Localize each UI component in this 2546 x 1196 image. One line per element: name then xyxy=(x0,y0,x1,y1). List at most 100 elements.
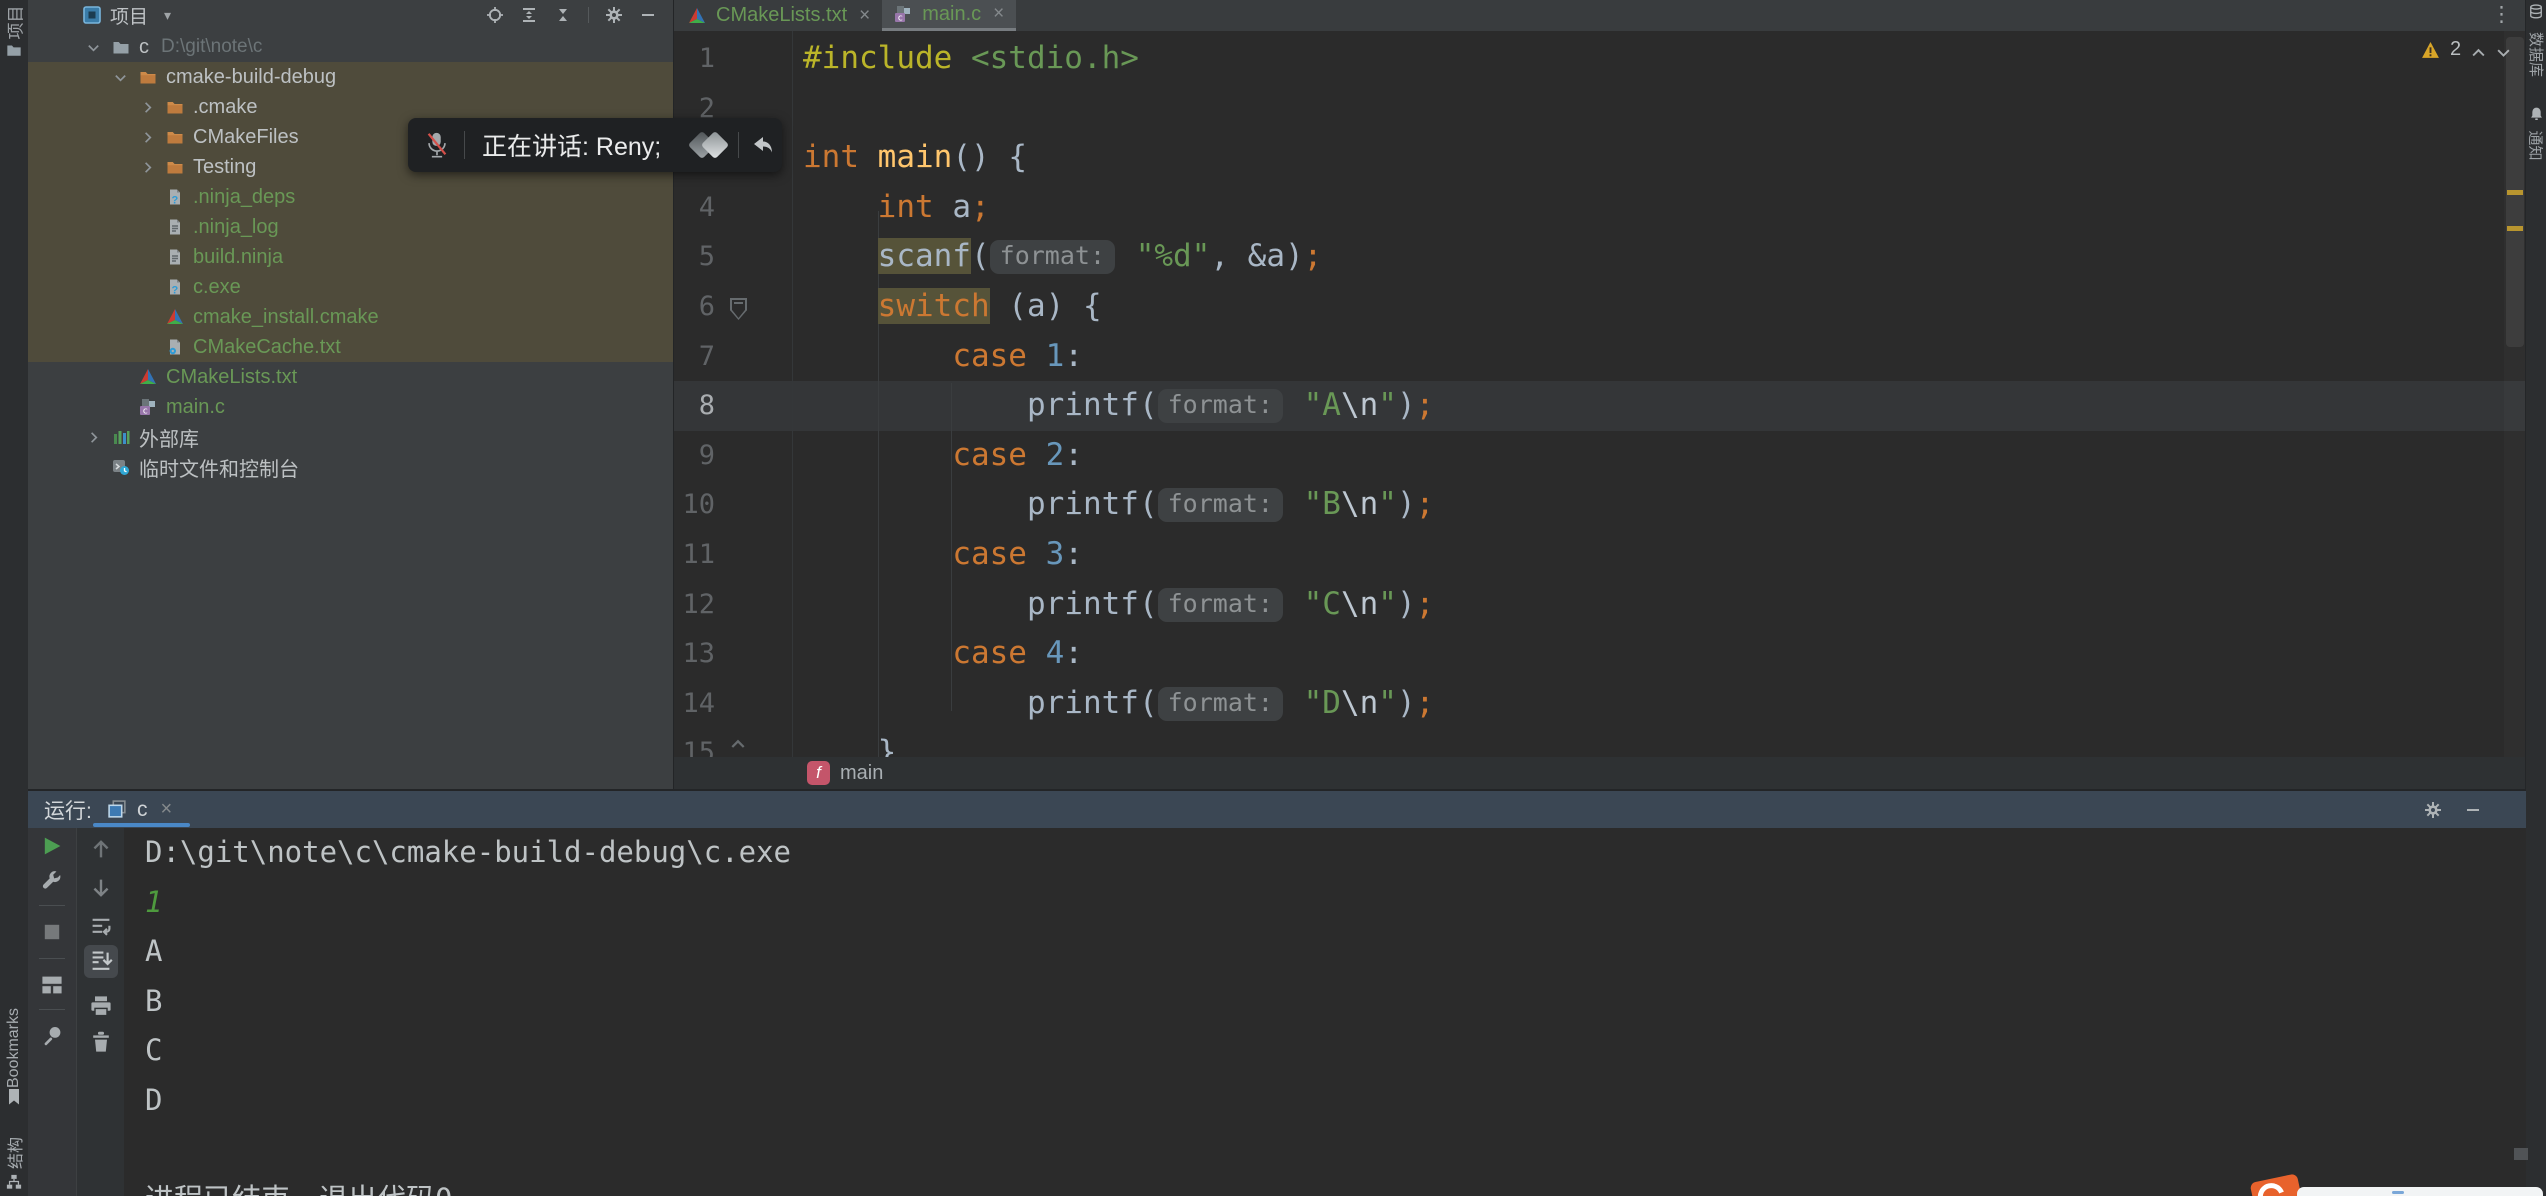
console-line: D xyxy=(145,1076,2496,1126)
parameter-hint-inlay[interactable]: format: xyxy=(990,240,1115,274)
tree-item-label: CMakeCache.txt xyxy=(193,336,341,359)
warning-stripe-mark[interactable] xyxy=(2507,226,2523,231)
active-tab-underline xyxy=(93,823,190,827)
stop-icon[interactable] xyxy=(40,920,64,944)
run-tab-label: c xyxy=(137,798,148,822)
code-editor[interactable]: 1#include <stdio.h>23int main() {4 int a… xyxy=(674,31,2526,757)
pin-icon[interactable] xyxy=(40,1024,64,1048)
hide-panel-icon[interactable] xyxy=(2464,801,2482,819)
console-scrollbar-thumb[interactable] xyxy=(2514,1148,2528,1160)
function-badge: f xyxy=(807,761,830,785)
tree-item[interactable]: build.ninja xyxy=(28,242,673,272)
project-view-icon xyxy=(83,6,101,24)
tree-item[interactable]: .ninja_log xyxy=(28,212,673,242)
tree-item[interactable]: cmain.c xyxy=(28,392,673,422)
tree-item[interactable]: cmake-build-debug xyxy=(28,62,673,92)
breadcrumb-item-main[interactable]: main xyxy=(840,762,883,785)
chevron-right-icon[interactable] xyxy=(140,129,166,145)
line-number: 8 xyxy=(674,381,715,431)
floating-window-edge[interactable] xyxy=(2297,1187,2543,1196)
database-stripe-label: 数据库 xyxy=(2526,31,2546,76)
tree-item-label: .ninja_log xyxy=(193,216,279,239)
chevron-right-icon[interactable] xyxy=(140,159,166,175)
code-line-1: 1#include <stdio.h> xyxy=(674,34,2526,84)
reply-arrow-icon[interactable] xyxy=(748,135,772,155)
svg-text:?: ? xyxy=(172,285,179,297)
gear-icon[interactable] xyxy=(605,6,623,24)
console-toolbar xyxy=(77,828,124,1196)
chevron-right-icon[interactable] xyxy=(140,99,166,115)
console-output[interactable]: D:\git\note\c\cmake-build-debug\c.exe1AB… xyxy=(124,828,2526,1196)
code-line-8: 8 printf(format: "A\n"); xyxy=(674,381,2526,431)
chevron-down-icon[interactable] xyxy=(113,69,139,85)
expand-all-icon[interactable] xyxy=(520,6,538,24)
tree-item-label: cmake-build-debug xyxy=(166,66,336,89)
tree-item[interactable]: CMakeLists.txt xyxy=(28,362,673,392)
chevron-spacer xyxy=(140,249,166,265)
chevron-spacer xyxy=(140,339,166,355)
fold-up-icon[interactable] xyxy=(730,736,746,746)
chevron-spacer xyxy=(140,219,166,235)
parameter-hint-inlay[interactable]: format: xyxy=(1158,588,1283,622)
close-icon[interactable]: × xyxy=(161,798,173,821)
scroll-to-end-icon[interactable] xyxy=(89,949,113,973)
warning-stripe-mark[interactable] xyxy=(2507,190,2523,195)
bookmarks-stripe-label: Bookmarks xyxy=(5,1008,23,1088)
editor-tab-bar: CMakeLists.txt× c main.c × ⋮ xyxy=(674,0,2526,32)
soft-wrap-icon[interactable] xyxy=(89,915,113,939)
chevron-spacer xyxy=(140,189,166,205)
close-icon[interactable]: × xyxy=(859,5,870,27)
left-toolwindow-stripe: 项目 Bookmarks 结构 xyxy=(0,0,29,1196)
hide-panel-icon[interactable] xyxy=(639,6,657,24)
tree-item[interactable]: ?c.exe xyxy=(28,272,673,302)
toolbar-separator xyxy=(39,1009,65,1010)
parameter-hint-inlay[interactable]: format: xyxy=(1158,488,1283,522)
tree-item[interactable]: 外部库 xyxy=(28,422,673,452)
restore-layout-icon[interactable] xyxy=(40,973,64,997)
tree-item[interactable]: CMakeCache.txt xyxy=(28,332,673,362)
tab-label: main.c xyxy=(922,3,981,26)
edit-configuration-icon[interactable] xyxy=(40,870,64,894)
chevron-right-icon[interactable] xyxy=(86,429,112,445)
clear-console-icon[interactable] xyxy=(89,1030,113,1054)
tree-item[interactable]: cD:\git\note\c xyxy=(28,32,673,62)
speaking-status-text: 正在讲话: Reny; xyxy=(482,127,661,163)
code-text: printf(format: "C\n"); xyxy=(803,580,1434,630)
line-number: 5 xyxy=(674,232,715,282)
locate-file-icon[interactable] xyxy=(486,6,504,24)
up-stack-trace-icon[interactable] xyxy=(89,837,113,861)
collapse-all-icon[interactable] xyxy=(554,6,572,24)
line-number: 6 xyxy=(674,282,715,332)
project-stripe-label: 项目 xyxy=(2,5,27,39)
run-toolbar xyxy=(28,828,77,1196)
voice-chat-overlay: 正在讲话: Reny; xyxy=(408,118,782,172)
down-stack-trace-icon[interactable] xyxy=(89,876,113,900)
code-text: case 2: xyxy=(803,431,1083,481)
tab-overflow-icon[interactable]: ⋮ xyxy=(2491,2,2512,27)
parameter-hint-inlay[interactable]: format: xyxy=(1158,687,1283,721)
chevron-down-icon[interactable] xyxy=(86,39,112,55)
editor-tab-CMakeLists.txt[interactable]: CMakeLists.txt× xyxy=(676,0,882,31)
tree-item[interactable]: cmake_install.cmake xyxy=(28,302,673,332)
gear-icon[interactable] xyxy=(2424,801,2442,819)
tree-item-label: Testing xyxy=(193,156,256,179)
microphone-muted-icon[interactable] xyxy=(423,131,451,159)
library-icon xyxy=(112,428,132,446)
chevron-down-icon[interactable]: ▾ xyxy=(164,7,171,24)
parameter-hint-inlay[interactable]: format: xyxy=(1158,389,1283,423)
line-number: 4 xyxy=(674,183,715,233)
fold-marker-icon[interactable] xyxy=(730,298,747,320)
rerun-icon[interactable] xyxy=(40,834,64,858)
tree-item-path: D:\git\note\c xyxy=(161,36,262,58)
cmake-icon xyxy=(166,308,186,326)
notifications-stripe-label: 通知 xyxy=(2526,130,2546,160)
print-icon[interactable] xyxy=(89,994,113,1018)
close-icon[interactable]: × xyxy=(993,3,1004,25)
editor-tab-main.c[interactable]: c main.c × xyxy=(882,0,1016,31)
tree-item[interactable]: ?.ninja_deps xyxy=(28,182,673,212)
c-file-icon: c xyxy=(894,5,914,23)
tree-item[interactable]: 临时文件和控制台 xyxy=(28,452,673,482)
folder-icon xyxy=(112,38,132,56)
floating-window-accent xyxy=(2392,1191,2404,1194)
project-tree: cD:\git\note\ccmake-build-debug.cmakeCMa… xyxy=(28,32,673,482)
